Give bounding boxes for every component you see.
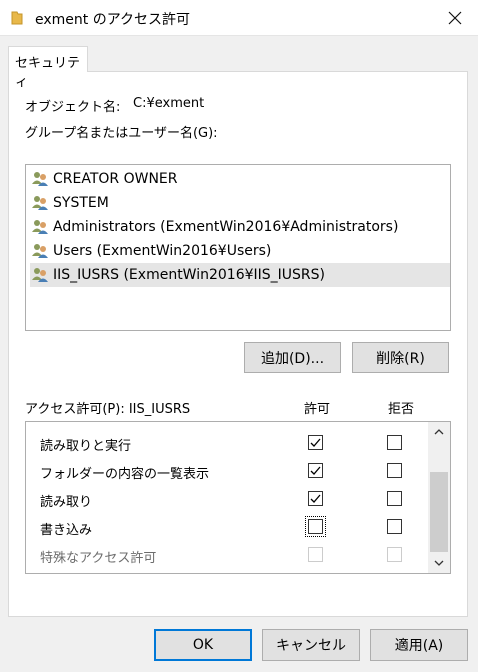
list-item[interactable]: CREATOR OWNER [30,167,450,191]
groups-label: グループ名またはユーザー名(G): [25,126,218,141]
cancel-button[interactable]: キャンセル [262,629,360,661]
users-icon [32,196,48,210]
deny-checkbox[interactable] [387,435,402,450]
tab-security[interactable]: セキュリティ [8,46,88,90]
scroll-down-button[interactable] [428,553,450,573]
deny-checkbox [387,547,402,562]
chevron-up-icon [434,429,444,435]
allow-checkbox[interactable] [305,516,326,537]
principal-name: CREATOR OWNER [53,171,178,187]
ok-button[interactable]: OK [154,629,252,661]
users-icon [32,172,48,186]
allow-header: 許可 [304,402,331,417]
close-icon [448,11,462,25]
apply-button[interactable]: 適用(A) [370,629,468,661]
principals-list[interactable]: CREATOR OWNER SYSTEM Administrators (Exm… [25,164,451,331]
permission-name: 書き込み [40,523,93,538]
list-item[interactable]: Administrators (ExmentWin2016¥Administra… [30,215,450,239]
permission-row: フォルダーの内容の一覧表示 [26,458,428,486]
check-icon [310,494,321,503]
scrollbar[interactable] [428,422,450,573]
scroll-thumb[interactable] [430,472,448,552]
users-icon [32,268,48,282]
window-title: exment のアクセス許可 [35,12,191,28]
permission-name: 特殊なアクセス許可 [40,551,157,566]
permission-name: フォルダーの内容の一覧表示 [40,467,210,482]
principal-name: IIS_IUSRS (ExmentWin2016¥IIS_IUSRS) [53,267,325,283]
deny-header: 拒否 [388,402,415,417]
users-icon [32,220,48,234]
add-button[interactable]: 追加(D)... [244,342,341,373]
object-name-label: オブジェクト名: [25,100,121,115]
deny-checkbox[interactable] [387,491,402,506]
allow-checkbox[interactable] [308,435,323,450]
chevron-down-icon [434,560,444,566]
permissions-list[interactable]: 読み取りと実行 フォルダーの内容の一覧表示 読み取り 書き込み 特殊なアクセス許… [25,421,451,574]
object-name-value: C:¥exment [133,96,205,111]
list-item[interactable]: Users (ExmentWin2016¥Users) [30,239,450,263]
users-icon [32,244,48,258]
principal-name: SYSTEM [53,195,109,211]
deny-checkbox[interactable] [387,463,402,478]
title-bar: exment のアクセス許可 [0,0,478,36]
check-icon [310,438,321,447]
allow-checkbox[interactable] [308,463,323,478]
close-button[interactable] [432,0,478,36]
list-item[interactable]: SYSTEM [30,191,450,215]
principal-name: Users (ExmentWin2016¥Users) [53,243,272,259]
principal-name: Administrators (ExmentWin2016¥Administra… [53,219,399,235]
permission-name: 読み取りと実行 [40,439,132,454]
permission-row: 特殊なアクセス許可 [26,542,428,570]
deny-checkbox[interactable] [387,519,402,534]
remove-button[interactable]: 削除(R) [352,342,449,373]
check-icon [310,466,321,475]
folder-icon [11,11,23,25]
permission-row: 読み取り [26,486,428,514]
permission-row: 書き込み [26,514,428,542]
allow-checkbox[interactable] [308,491,323,506]
scroll-up-button[interactable] [428,422,450,442]
permission-name: 読み取り [40,495,93,510]
permissions-header: アクセス許可(P): IIS_IUSRS [25,402,191,417]
list-item-selected[interactable]: IIS_IUSRS (ExmentWin2016¥IIS_IUSRS) [30,263,450,287]
permission-row: 読み取りと実行 [26,430,428,458]
allow-checkbox [308,547,323,562]
